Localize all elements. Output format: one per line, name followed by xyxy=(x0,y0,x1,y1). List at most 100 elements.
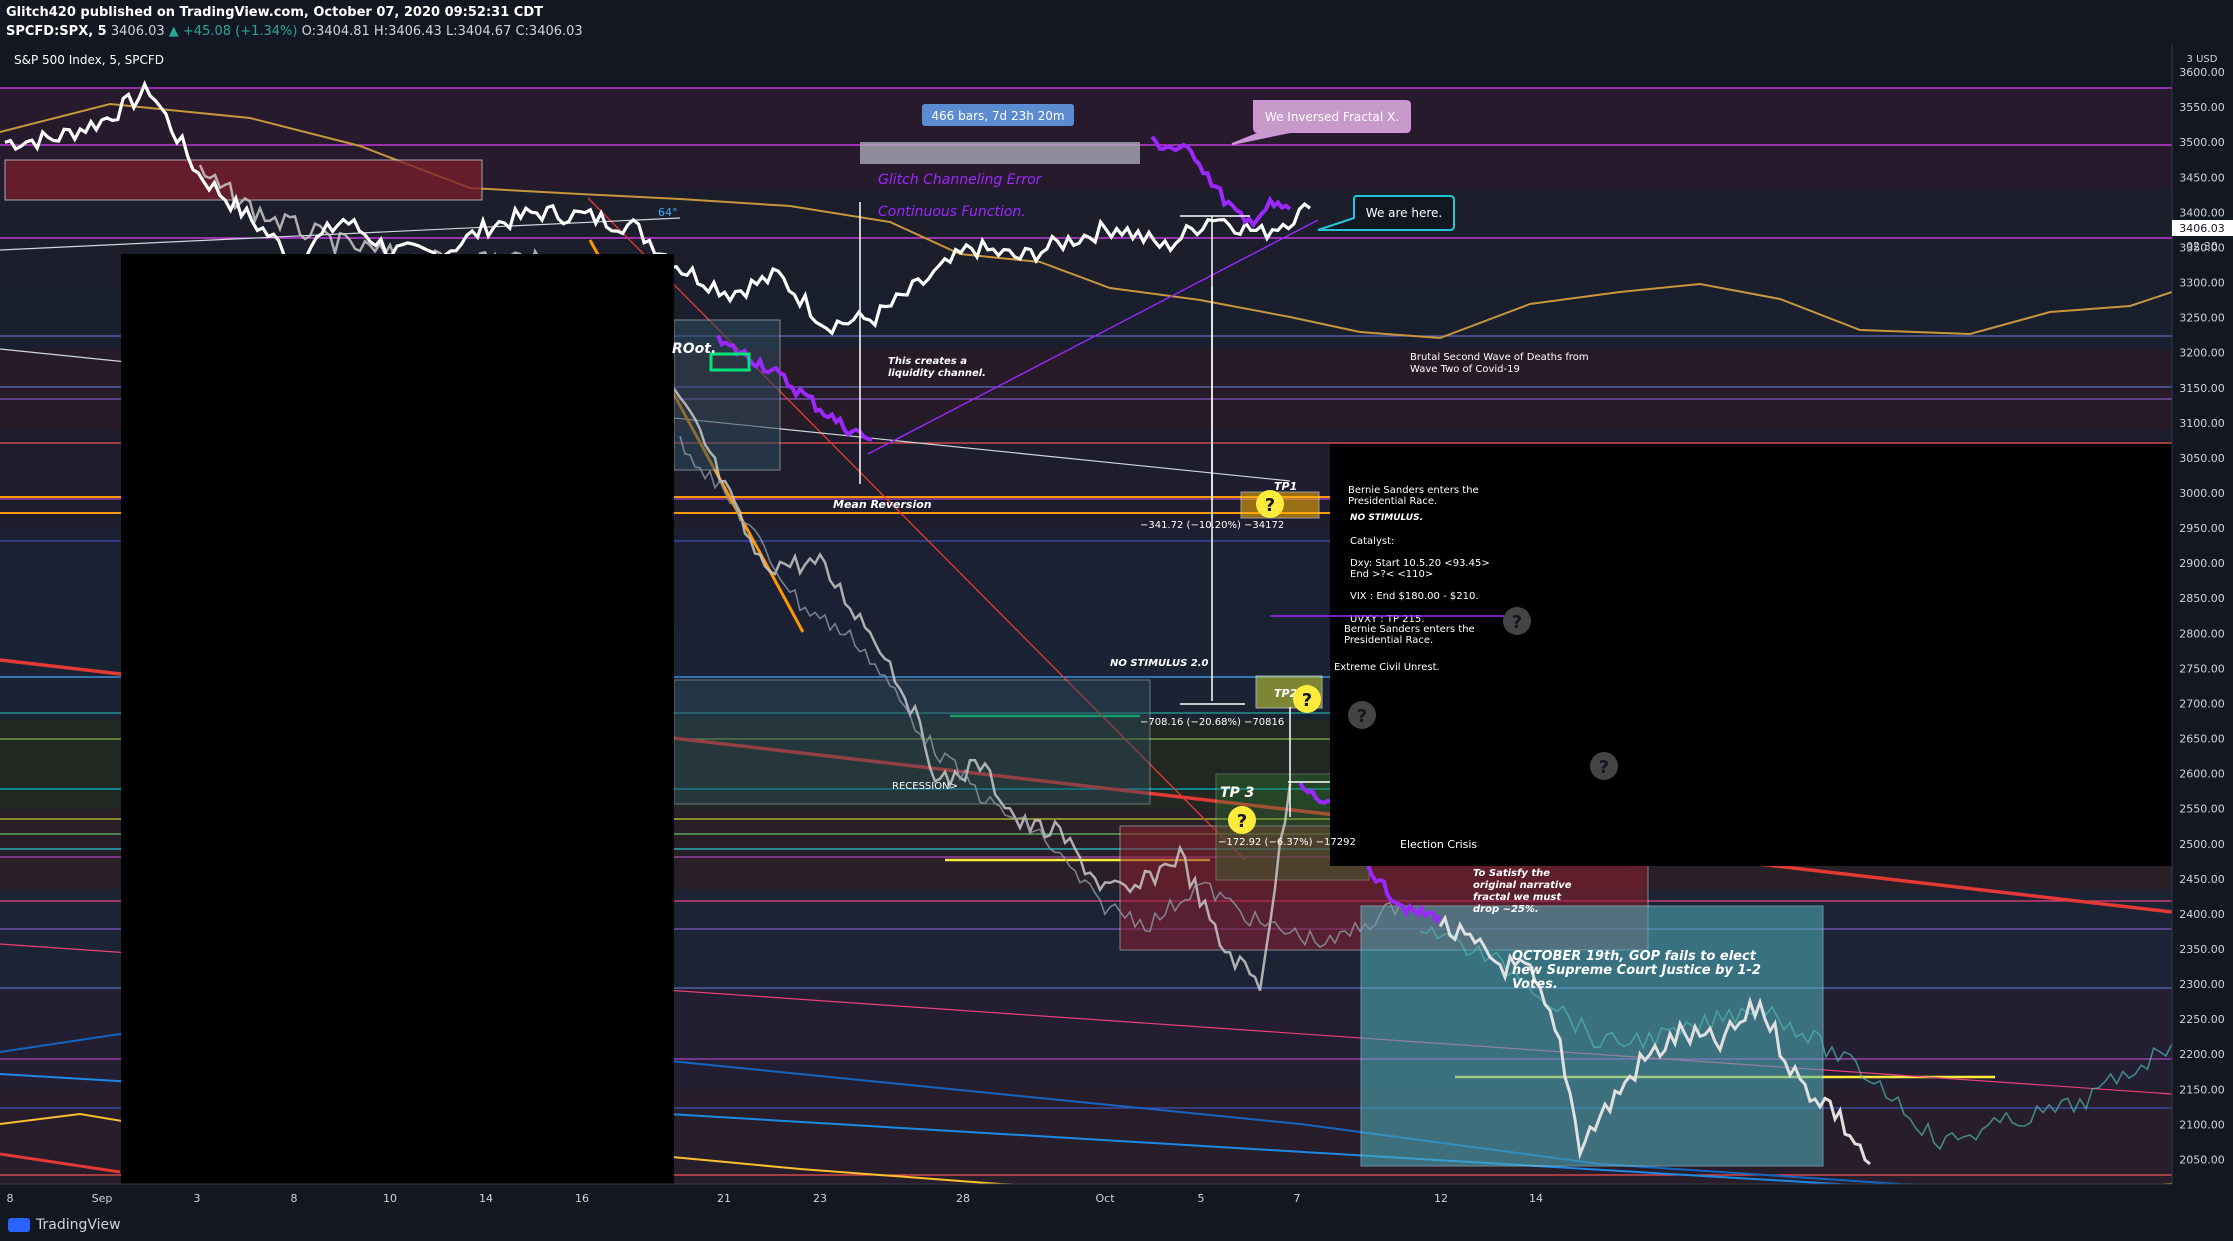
y-tick-label: 2150.00 xyxy=(2179,1083,2225,1096)
question-mark-1: ? xyxy=(1265,495,1275,516)
footer-bar: TradingView xyxy=(0,1211,2233,1241)
chart-canvas[interactable]: 466 bars, 7d 23h 20m We Inversed Fractal… xyxy=(0,44,2233,1211)
symbol-line: SPCFD:SPX, 5 3406.03 ▲ +45.08 (+1.34%) O… xyxy=(6,24,583,39)
y-tick-label: 3600.00 xyxy=(2179,66,2225,79)
currency-label: 3 USD xyxy=(2187,54,2218,65)
y-tick-label: 2250.00 xyxy=(2179,1013,2225,1026)
last-price: 3406.03 xyxy=(110,24,165,39)
root-label: ROot. xyxy=(672,341,716,357)
catalyst-label: Catalyst: xyxy=(1350,536,1394,547)
tradingview-icon xyxy=(8,1218,30,1232)
no-stimulus-2-label: NO STIMULUS 2.0 xyxy=(1110,658,1209,669)
y-tick-label: 3500.00 xyxy=(2179,136,2225,149)
price-change: ▲ +45.08 (+1.34%) xyxy=(168,24,298,39)
y-tick-label: 2450.00 xyxy=(2179,873,2225,886)
election-label: Election Crisis xyxy=(1400,838,1477,851)
bubble-fractal-label: We Inversed Fractal X. xyxy=(1265,110,1399,124)
y-tick-label: 2850.00 xyxy=(2179,592,2225,605)
countdown-label: 02:30 xyxy=(2186,240,2218,253)
question-mark-6: ? xyxy=(1599,757,1609,778)
civil-unrest-label: Extreme Civil Unrest. xyxy=(1334,662,1440,673)
satisfy-line-1: To Satisfy the xyxy=(1473,868,1550,879)
question-mark-3: ? xyxy=(1237,811,1247,832)
x-tick-label: 7 xyxy=(1294,1192,1301,1205)
bars-range-label: 466 bars, 7d 23h 20m xyxy=(931,109,1064,123)
october-line-3: Votes. xyxy=(1512,977,1558,992)
vix-label: VIX : End $180.00 - $210. xyxy=(1350,591,1479,602)
tp2-measure: −708.16 (−20.68%) −70816 xyxy=(1140,717,1284,728)
y-tick-label: 3150.00 xyxy=(2179,382,2225,395)
y-tick-label: 2300.00 xyxy=(2179,978,2225,991)
y-tick-label: 3250.00 xyxy=(2179,312,2225,325)
x-tick-label: Sep xyxy=(92,1192,113,1205)
liquidity-line-2: liquidity channel. xyxy=(888,368,986,379)
y-tick-label: 3000.00 xyxy=(2179,487,2225,500)
y-tick-label: 3100.00 xyxy=(2179,417,2225,430)
x-tick-label: 14 xyxy=(1529,1192,1543,1205)
redacted-block-right xyxy=(1330,444,2172,866)
satisfy-line-3: fractal we must xyxy=(1473,892,1562,903)
ohlc-values: O:3404.81 H:3406.43 L:3404.67 C:3406.03 xyxy=(301,24,583,39)
question-mark-5: ? xyxy=(1357,706,1367,727)
y-tick-label: 2100.00 xyxy=(2179,1118,2225,1131)
y-tick-label: 2950.00 xyxy=(2179,522,2225,535)
tp3-label: TP 3 xyxy=(1220,785,1254,801)
wave-line-1: Brutal Second Wave of Deaths from xyxy=(1410,352,1589,363)
wave-line-2: Wave Two of Covid-19 xyxy=(1410,364,1520,375)
publisher-line: Glitch420 published on TradingView.com, … xyxy=(6,5,543,20)
tp1-label: TP1 xyxy=(1274,480,1297,493)
satisfy-line-2: original narrative xyxy=(1473,880,1572,891)
y-tick-label: 3300.00 xyxy=(2179,277,2225,290)
y-tick-label: 2400.00 xyxy=(2179,908,2225,921)
question-mark-4: ? xyxy=(1512,612,1522,633)
bernie-line-3: Bernie Sanders enters the xyxy=(1344,624,1475,635)
y-tick-label: 2650.00 xyxy=(2179,733,2225,746)
legend-series[interactable]: S&P 500 Index, 5, SPCFD xyxy=(14,53,164,67)
y-tick-label: 2600.00 xyxy=(2179,768,2225,781)
y-tick-label: 2800.00 xyxy=(2179,627,2225,640)
october-line-2: new Supreme Court Justice by 1-2 xyxy=(1512,963,1761,978)
x-tick-label: Oct xyxy=(1095,1192,1115,1205)
chart-header: Glitch420 published on TradingView.com, … xyxy=(0,0,2233,44)
y-tick-label: 3450.00 xyxy=(2179,171,2225,184)
dxy-line-1: Dxy: Start 10.5.20 <93.45> xyxy=(1350,558,1490,569)
last-price-tag-label: 3406.03 xyxy=(2179,222,2225,235)
x-tick-label: 28 xyxy=(956,1192,970,1205)
x-tick-label: 10 xyxy=(383,1192,397,1205)
y-tick-label: 2750.00 xyxy=(2179,662,2225,675)
october-line-1: OCTOBER 19th, GOP fails to elect xyxy=(1512,949,1757,964)
liquidity-line-1: This creates a xyxy=(888,356,967,367)
question-mark-2: ? xyxy=(1302,690,1312,711)
redacted-block-left xyxy=(121,254,674,1211)
tradingview-brand: TradingView xyxy=(36,1217,121,1233)
y-tick-label: 3050.00 xyxy=(2179,452,2225,465)
y-tick-label: 3550.00 xyxy=(2179,101,2225,114)
glitch-line-2: Continuous Function. xyxy=(878,204,1026,220)
x-tick-label: 8 xyxy=(7,1192,14,1205)
y-tick-label: 2350.00 xyxy=(2179,943,2225,956)
x-tick-label: 3 xyxy=(194,1192,201,1205)
symbol-name[interactable]: SPCFD:SPX, 5 xyxy=(6,24,107,39)
y-tick-label: 3400.00 xyxy=(2179,206,2225,219)
tp1-measure: −341.72 (−10.20%) −34172 xyxy=(1140,520,1284,531)
bernie-line-4: Presidential Race. xyxy=(1344,635,1433,646)
fib-64-label: 64° xyxy=(658,206,678,219)
y-tick-label: 2050.00 xyxy=(2179,1153,2225,1166)
x-tick-label: 12 xyxy=(1434,1192,1448,1205)
satisfy-line-4: drop ~25%. xyxy=(1473,904,1539,915)
y-tick-label: 2550.00 xyxy=(2179,803,2225,816)
tradingview-logo[interactable]: TradingView xyxy=(8,1217,121,1233)
x-tick-label: 23 xyxy=(813,1192,827,1205)
recession-label: RECESSION> xyxy=(892,781,958,792)
mean-reversion-label: Mean Reversion xyxy=(833,498,932,511)
x-tick-label: 14 xyxy=(479,1192,493,1205)
glitch-line-1: Glitch Channeling Error xyxy=(878,172,1043,188)
y-tick-label: 2700.00 xyxy=(2179,697,2225,710)
no-stimulus-label: NO STIMULUS. xyxy=(1350,513,1423,523)
tp3-measure: −172.92 (−6.37%) −17292 xyxy=(1218,837,1356,848)
bernie-line-2: Presidential Race. xyxy=(1348,496,1437,507)
y-tick-label: 2200.00 xyxy=(2179,1048,2225,1061)
bernie-line-1: Bernie Sanders enters the xyxy=(1348,485,1479,496)
bubble-here-label: We are here. xyxy=(1366,206,1442,220)
x-tick-label: 5 xyxy=(1198,1192,1205,1205)
